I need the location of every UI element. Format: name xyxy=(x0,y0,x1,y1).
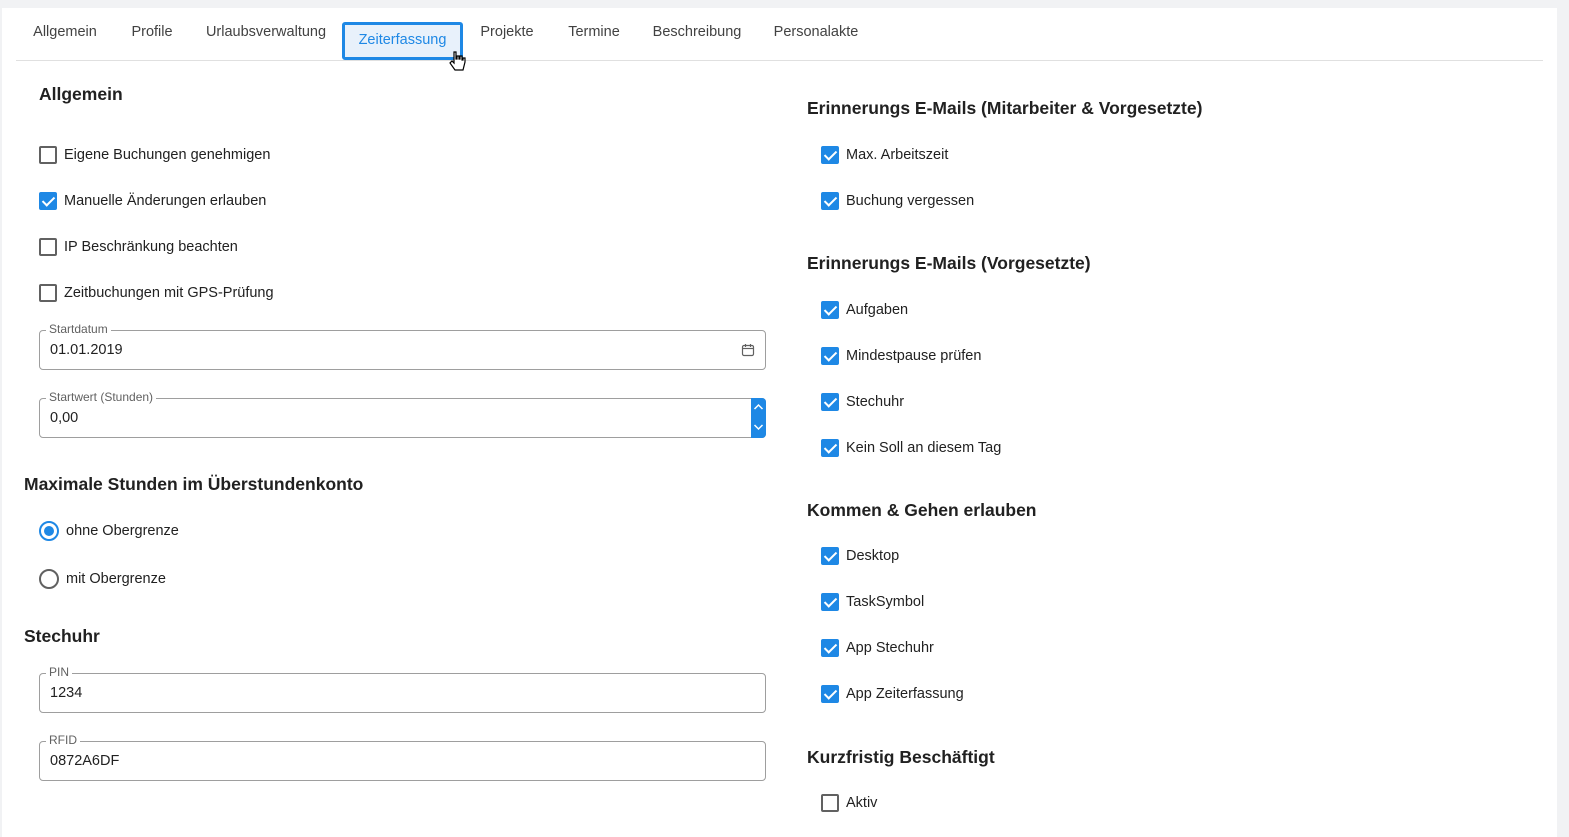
checkbox-eigene-buchungen[interactable]: Eigene Buchungen genehmigen xyxy=(39,145,270,165)
checkbox-box[interactable] xyxy=(821,301,839,319)
checkbox-app-stechuhr[interactable]: App Stechuhr xyxy=(821,638,934,658)
section-title-kommen-gehen: Kommen & Gehen erlauben xyxy=(807,500,1037,520)
checkbox-box[interactable] xyxy=(39,238,57,256)
checkbox-gps-pruefung[interactable]: Zeitbuchungen mit GPS-Prüfung xyxy=(39,283,274,303)
tab-termine[interactable]: Termine xyxy=(559,15,629,51)
pin-field[interactable]: PIN 1234 xyxy=(39,665,766,713)
checkbox-aktiv[interactable]: Aktiv xyxy=(821,793,877,813)
checkbox-label: IP Beschränkung beachten xyxy=(64,239,238,255)
chevron-up-icon xyxy=(753,403,764,410)
tab-allgemein[interactable]: Allgemein xyxy=(22,15,108,51)
checkbox-box[interactable] xyxy=(39,146,57,164)
number-spinner xyxy=(751,398,766,438)
startdatum-label: Startdatum xyxy=(46,322,111,336)
checkbox-box[interactable] xyxy=(821,347,839,365)
checkbox-box[interactable] xyxy=(821,639,839,657)
rfid-field[interactable]: RFID 0872A6DF xyxy=(39,733,766,781)
section-title-allgemein: Allgemein xyxy=(39,84,123,104)
startwert-value: 0,00 xyxy=(50,410,79,426)
checkbox-app-zeiterfassung[interactable]: App Zeiterfassung xyxy=(821,684,964,704)
checkbox-label: Mindestpause prüfen xyxy=(846,348,982,364)
chevron-down-icon xyxy=(753,424,764,431)
checkbox-stechuhr[interactable]: Stechuhr xyxy=(821,392,904,412)
checkbox-label: Buchung vergessen xyxy=(846,193,975,209)
radio-mit-obergrenze[interactable]: mit Obergrenze xyxy=(39,568,166,590)
checkbox-buchung-vergessen[interactable]: Buchung vergessen xyxy=(821,191,974,211)
checkbox-label: TaskSymbol xyxy=(846,594,925,610)
checkbox-label: App Zeiterfassung xyxy=(846,686,964,702)
tab-zeiterfassung[interactable]: Zeiterfassung xyxy=(342,22,463,60)
checkbox-kein-soll[interactable]: Kein Soll an diesem Tag xyxy=(821,438,1001,458)
checkbox-ip-beschraenkung[interactable]: IP Beschränkung beachten xyxy=(39,237,238,257)
section-title-erinnerung-alle: Erinnerungs E-Mails (Mitarbeiter & Vorge… xyxy=(807,98,1203,118)
checkbox-box[interactable] xyxy=(821,593,839,611)
section-title-ueberstunden: Maximale Stunden im Überstundenkonto xyxy=(24,474,364,494)
spin-up-button[interactable] xyxy=(751,398,766,418)
checkbox-desktop[interactable]: Desktop xyxy=(821,546,899,566)
radio-button[interactable] xyxy=(39,569,59,589)
checkbox-tasksymbol[interactable]: TaskSymbol xyxy=(821,592,924,612)
spin-down-button[interactable] xyxy=(751,418,766,438)
tab-personalakte[interactable]: Personalakte xyxy=(766,15,866,51)
pin-label: PIN xyxy=(46,665,73,679)
tab-bar: Allgemein Profile Urlaubsverwaltung Zeit… xyxy=(16,15,1543,61)
startdatum-value: 01.01.2019 xyxy=(50,342,123,358)
rfid-label: RFID xyxy=(46,733,80,747)
checkbox-aufgaben[interactable]: Aufgaben xyxy=(821,300,908,320)
checkbox-label: Kein Soll an diesem Tag xyxy=(846,440,1002,456)
startwert-field[interactable]: Startwert (Stunden) 0,00 xyxy=(39,390,766,438)
checkbox-label: Aufgaben xyxy=(846,302,909,318)
checkbox-max-arbeitszeit[interactable]: Max. Arbeitszeit xyxy=(821,145,948,165)
checkbox-box[interactable] xyxy=(821,547,839,565)
checkbox-label: App Stechuhr xyxy=(846,640,934,656)
checkbox-label: Desktop xyxy=(846,548,900,564)
mouse-pointer-icon xyxy=(449,51,466,71)
section-title-kurzfristig: Kurzfristig Beschäftigt xyxy=(807,747,995,767)
checkbox-box[interactable] xyxy=(821,393,839,411)
radio-button[interactable] xyxy=(39,521,59,541)
startwert-label: Startwert (Stunden) xyxy=(46,390,157,404)
checkbox-box[interactable] xyxy=(821,439,839,457)
checkbox-box[interactable] xyxy=(821,192,839,210)
checkbox-box[interactable] xyxy=(39,284,57,302)
rfid-value: 0872A6DF xyxy=(50,753,120,769)
section-title-erinnerung-vorgesetzte: Erinnerungs E-Mails (Vorgesetzte) xyxy=(807,253,1091,273)
checkbox-box[interactable] xyxy=(821,794,839,812)
startdatum-field[interactable]: Startdatum 01.01.2019 xyxy=(39,322,766,370)
tab-projekte[interactable]: Projekte xyxy=(471,15,543,51)
checkbox-label: Zeitbuchungen mit GPS-Prüfung xyxy=(64,285,274,301)
checkbox-label: Stechuhr xyxy=(846,394,905,410)
checkbox-manuelle-aenderungen[interactable]: Manuelle Änderungen erlauben xyxy=(39,191,266,211)
tab-beschreibung[interactable]: Beschreibung xyxy=(644,15,750,51)
checkbox-box[interactable] xyxy=(821,146,839,164)
tab-urlaubsverwaltung[interactable]: Urlaubsverwaltung xyxy=(198,15,334,51)
checkbox-mindestpause[interactable]: Mindestpause prüfen xyxy=(821,346,981,366)
checkbox-box[interactable] xyxy=(39,192,57,210)
section-title-stechuhr: Stechuhr xyxy=(24,626,100,646)
radio-label: mit Obergrenze xyxy=(66,571,166,587)
checkbox-label: Aktiv xyxy=(846,795,878,811)
tab-profile[interactable]: Profile xyxy=(121,15,183,51)
radio-ohne-obergrenze[interactable]: ohne Obergrenze xyxy=(39,520,179,542)
checkbox-label: Eigene Buchungen genehmigen xyxy=(64,147,271,163)
checkbox-label: Max. Arbeitszeit xyxy=(846,147,949,163)
checkbox-box[interactable] xyxy=(821,685,839,703)
calendar-icon[interactable] xyxy=(741,343,755,357)
checkbox-label: Manuelle Änderungen erlauben xyxy=(64,193,267,209)
radio-label: ohne Obergrenze xyxy=(66,523,179,539)
pin-value: 1234 xyxy=(50,685,83,701)
